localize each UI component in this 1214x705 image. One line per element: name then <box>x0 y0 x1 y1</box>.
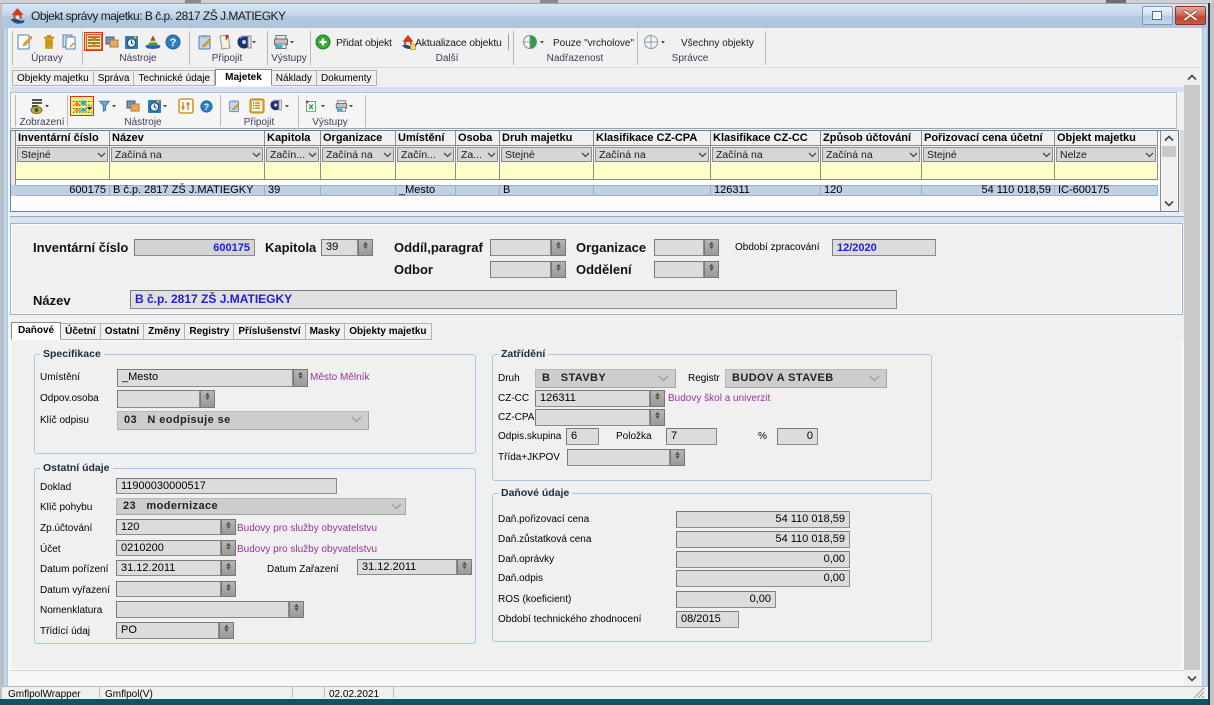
svg-text:?: ? <box>204 102 209 112</box>
svg-text:?: ? <box>170 37 177 49</box>
